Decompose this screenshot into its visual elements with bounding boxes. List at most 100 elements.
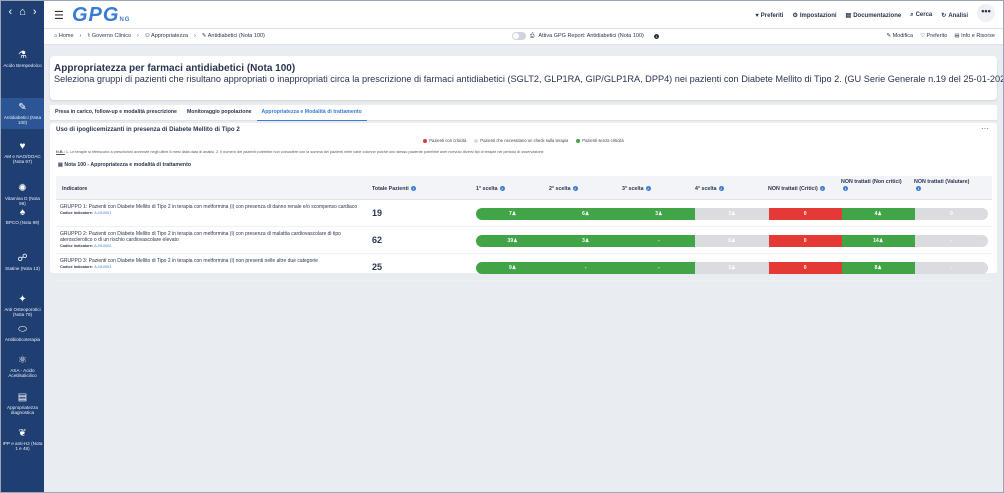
indicator-code-link[interactable]: A-N10002 [94, 244, 111, 248]
patients-icon: ♟ [511, 265, 517, 271]
separator-icon: › [137, 33, 139, 39]
bar-segment[interactable]: 39 ♟ [476, 235, 550, 247]
bar-segment[interactable]: 3 ♟ [622, 208, 696, 220]
info-icon[interactable]: i [819, 186, 825, 192]
table-header: Indicatore Totale Pazienti i 1° scelta i 2… [56, 176, 992, 200]
info-icon[interactable]: i [499, 186, 505, 192]
bar-segment[interactable]: 0 [914, 208, 988, 220]
sidebar-nav: ‹ ⌂ › [1, 1, 44, 23]
bar-segment[interactable]: 14 ♟ [841, 235, 915, 247]
preferiti-button[interactable]: ♥ Preferiti [755, 13, 783, 19]
document-icon: ▤ [58, 162, 63, 168]
info-icon[interactable]: i [645, 186, 651, 192]
bar-segment[interactable]: - [914, 235, 988, 247]
bar-segment[interactable]: 6 ♟ [549, 208, 623, 220]
heart-icon: ♥ [19, 141, 26, 152]
legend-dot [576, 138, 581, 143]
sidebar-item[interactable]: ♠ BPCO (Nota 99) [1, 203, 44, 229]
tab-appropriatezza[interactable]: Appropriatezza e Modalità di trattamento [256, 105, 367, 121]
sidebar-item-label: Antidiabetici (Nota 100) [3, 115, 42, 126]
legend-item: Pazienti che necessitano un check sulla … [474, 138, 568, 143]
bar-segment[interactable]: - [622, 235, 696, 247]
sidebar-item[interactable]: ⚗ Acido Bempedoico [1, 46, 44, 72]
sidebar-item[interactable]: ⬭ Antibioticoterapia [1, 320, 44, 346]
bar-segment[interactable]: - [622, 262, 696, 274]
col-scelta-2: 2° scelta i [549, 186, 578, 192]
bar-segment[interactable]: 8 ♟ [841, 262, 915, 274]
info-risorse-button[interactable]: ▤ Info e Risorse [954, 33, 995, 39]
report-toggle[interactable] [512, 32, 526, 40]
bar-segment[interactable]: 3 ♟ [695, 262, 769, 274]
breadcrumb-governo[interactable]: ⚕ Governo Clinico [87, 33, 131, 39]
bar-segment[interactable]: 3 ♟ [695, 208, 769, 220]
indicator-code: Codice indicatore: A-N10002 [60, 244, 112, 248]
impostazioni-button[interactable]: ⚙ Impostazioni [792, 12, 836, 19]
tab-monitoraggio[interactable]: Monitoraggio popolazione [182, 105, 257, 121]
legend-dot [423, 138, 428, 143]
breadcrumb-bar: ⌂ Home › ⚕ Governo Clinico › ⚇ Appropriate… [44, 29, 1003, 45]
info-icon[interactable]: i [718, 186, 724, 192]
info-icon[interactable]: i [843, 186, 848, 192]
tab-presa-in-carico[interactable]: Presa in carico, follow-up e modalità pr… [50, 105, 182, 121]
info-icon[interactable]: i [572, 186, 578, 192]
bone-icon: ✦ [18, 294, 27, 305]
sidebar-item[interactable]: ⚛ ASA - Acido Acetilsalicilico [1, 351, 44, 382]
sidebar-item-label: Anti Osteoporotici (Nota 79) [4, 307, 41, 318]
document-icon: ▤ [17, 392, 28, 403]
table-row[interactable]: GRUPPO 3: Pazienti con Diabete Mellito d… [56, 254, 992, 281]
bar-segment[interactable]: 3 ♟ [549, 235, 623, 247]
breadcrumb-appropriatezza[interactable]: ⚇ Appropriatezza [145, 33, 188, 39]
menu-icon[interactable]: ☰ [54, 9, 64, 22]
sidebar-item[interactable]: ▤ Appropriatezza diagnostica [1, 388, 44, 419]
bar-segment[interactable]: 9 ♟ [476, 262, 550, 274]
table-row[interactable]: GRUPPO 2: Pazienti con Diabete Mellito d… [56, 227, 992, 254]
patients-icon: ♟ [584, 238, 590, 244]
bar-segment[interactable]: 4 ♟ [841, 208, 915, 220]
syringe-icon: ✎ [18, 102, 27, 113]
indicator-text: GRUPPO 2: Pazienti con Diabete Mellito d… [60, 231, 360, 249]
more-menu-button[interactable]: ••• [977, 4, 995, 22]
breadcrumb-current: ✎ Antidiabetici (Nota 100) [201, 33, 265, 39]
logo[interactable]: GPGNG [72, 4, 130, 27]
sidebar-item[interactable]: ❦ IPP e anti-H2 (Nota 1 e 48) [1, 424, 44, 455]
indicator-code-link[interactable]: A-N10003 [94, 265, 111, 269]
col-non-trattati-critici: NON trattati (Critici) i [768, 186, 825, 192]
col-indicatore: Indicatore [62, 186, 88, 192]
sidebar-item-label: ASA - Acido Acetilsalicilico [8, 368, 37, 379]
col-scelta-1: 1° scelta i [476, 186, 505, 192]
total-patients: 25 [372, 262, 383, 272]
cerca-button[interactable]: ⌕ Cerca [910, 12, 932, 19]
info-icon[interactable]: i [916, 186, 921, 192]
table-row[interactable]: GRUPPO 1: Pazienti con Diabete Mellito d… [56, 200, 992, 227]
bar-segment[interactable]: - [914, 262, 988, 274]
bar-segment[interactable]: 0 [768, 208, 842, 220]
card-menu-button[interactable]: ··· [981, 124, 989, 133]
bar-segment[interactable]: 7 ♟ [476, 208, 550, 220]
header-card: Appropriatezza per farmaci antidiabetici… [50, 56, 1003, 100]
bar-segment[interactable]: 0 [768, 262, 842, 274]
modifica-button[interactable]: ✎ Modifica [886, 33, 913, 39]
tab-bar: Presa in carico, follow-up e modalità pr… [50, 105, 997, 121]
patients-icon: ♟ [511, 211, 517, 217]
forward-icon[interactable]: › [33, 6, 37, 18]
indicator-code-link[interactable]: A-N10001 [94, 211, 111, 215]
back-icon[interactable]: ‹ [9, 6, 13, 18]
report-toggle-label: Attiva GPG Report: Antidiabetici (Nota 1… [538, 33, 644, 39]
analisi-button[interactable]: ↻ Analisi [941, 12, 968, 19]
info-icon[interactable]: i [653, 33, 659, 39]
sidebar-item[interactable]: ✦ Anti Osteoporotici (Nota 79) [1, 290, 44, 321]
sidebar-item[interactable]: ☍ Statine (Nota 13) [1, 249, 44, 275]
home-icon[interactable]: ⌂ [19, 6, 26, 18]
sidebar-item[interactable]: ✎ Antidiabetici (Nota 100) [1, 98, 44, 130]
patients-icon: ♟ [877, 265, 882, 271]
sidebar-item[interactable]: ♥ AM e NAO/DOAC (Nota 97) [1, 137, 44, 168]
search-icon: ⌕ [910, 12, 914, 18]
sidebar-item-label: Antibioticoterapia [4, 337, 41, 342]
bar-segment[interactable]: 6 ♟ [695, 235, 769, 247]
info-icon[interactable]: i [410, 186, 416, 192]
breadcrumb-home[interactable]: ⌂ Home [54, 33, 74, 39]
bar-segment[interactable]: 0 [768, 235, 842, 247]
documentazione-button[interactable]: ▤ Documentazione [846, 12, 902, 19]
bar-segment[interactable]: - [549, 262, 623, 274]
preferito-button[interactable]: ♡ Preferito [920, 33, 947, 39]
